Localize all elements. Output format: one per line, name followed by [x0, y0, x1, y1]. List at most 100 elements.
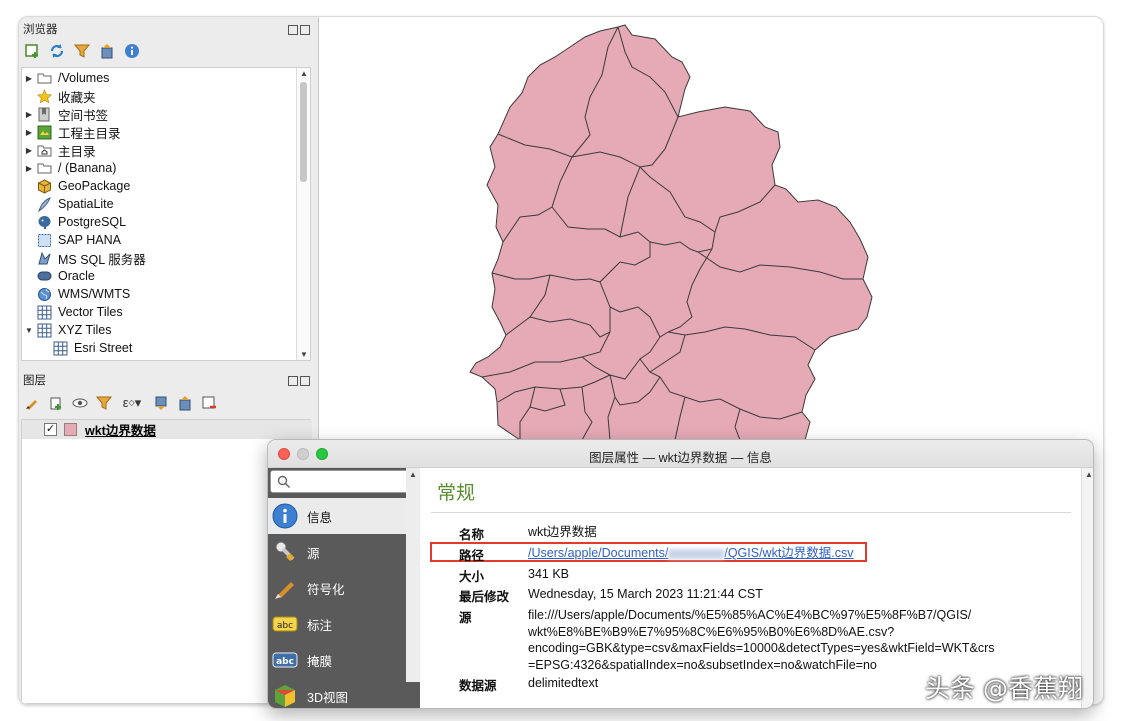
nav-item[interactable]: abc 掩膜 — [268, 642, 406, 678]
close-panel-icon[interactable] — [300, 376, 310, 386]
tree-item-label: GeoPackage — [58, 179, 131, 193]
search-input[interactable] — [270, 470, 418, 493]
source-label: 源 — [459, 611, 472, 625]
postgresql-icon — [36, 215, 52, 229]
geopackage-icon — [36, 178, 52, 194]
nav-item[interactable]: 3D视图 — [268, 678, 406, 708]
tree-item[interactable]: SpatiaLite — [22, 195, 114, 213]
tree-item-label: Oracle — [58, 269, 95, 283]
tree-item[interactable]: ▶ / (Banana) — [22, 159, 116, 177]
tree-item-label: Esri Street — [74, 341, 133, 355]
filter-icon[interactable] — [73, 42, 90, 59]
add-selected-layer-icon[interactable] — [23, 42, 40, 59]
cube-icon — [272, 683, 298, 708]
tree-item[interactable]: Oracle — [22, 267, 95, 285]
nav-item-label: 掩膜 — [307, 654, 333, 669]
dialog-sidebar: 信息源符号化 abc 标注 abc 掩膜 3D视图 — [268, 468, 420, 708]
nav-item-label: 信息 — [307, 510, 333, 525]
float-panel-icon[interactable] — [288, 25, 298, 35]
globe-icon — [36, 287, 52, 301]
expand-right-icon[interactable]: ▶ — [22, 110, 36, 119]
info-icon[interactable] — [123, 42, 140, 59]
sidebar-scrollbar[interactable]: ▲ — [406, 468, 420, 682]
paintbrush-icon — [272, 575, 298, 601]
layer-row[interactable]: ✓ wkt边界数据 — [22, 420, 312, 439]
layer-symbol-swatch — [64, 423, 77, 436]
eye-icon[interactable] — [71, 394, 88, 411]
modified-value: Wednesday, 15 March 2023 11:21:44 CST — [528, 587, 763, 601]
grid-icon — [52, 341, 68, 355]
float-panel-icon[interactable] — [288, 376, 298, 386]
watermark: 头条 @香蕉翔 — [925, 674, 1083, 703]
tree-item[interactable]: 收藏夹 — [22, 87, 96, 105]
expand-right-icon[interactable]: ▶ — [22, 146, 36, 155]
style-brush-icon[interactable] — [23, 394, 40, 411]
expression-filter-icon[interactable]: ε ◇ ▾ — [119, 394, 145, 411]
tree-item[interactable]: ▼ XYZ Tiles — [22, 321, 112, 339]
tree-item[interactable]: ▶ 空间书签 — [22, 105, 108, 123]
expand-down-icon[interactable]: ▼ — [22, 326, 36, 335]
tree-item-label: / (Banana) — [58, 161, 117, 175]
layers-panel-title: 图层 — [23, 375, 46, 387]
browser-panel-title: 浏览器 — [23, 24, 58, 36]
bookmark-icon — [36, 107, 52, 121]
tree-item[interactable]: MS SQL 服务器 — [22, 249, 146, 267]
source-wrench-icon — [272, 539, 298, 565]
path-label: 路径 — [459, 549, 485, 563]
tree-item[interactable]: PostgreSQL — [22, 213, 126, 231]
dialog-titlebar[interactable]: 图层属性 — wkt边界数据 — 信息 — [268, 440, 1093, 468]
path-start[interactable]: /Users/apple/Documents/ — [528, 546, 668, 560]
tree-item-label: /Volumes — [58, 71, 110, 85]
layers-panel-buttons — [286, 373, 312, 386]
expand-right-icon[interactable]: ▶ — [22, 74, 36, 83]
path-link[interactable]: /Users/apple/Documents/ /QGIS/wkt边界数据.csv — [528, 545, 854, 562]
nav-item[interactable]: 源 — [268, 534, 406, 570]
folder-icon — [36, 161, 52, 175]
source-line: file:///Users/apple/Documents/%E5%85%AC%… — [528, 608, 972, 622]
search-icon — [277, 475, 291, 489]
filter-legend-icon[interactable] — [95, 394, 112, 411]
path-end[interactable]: /QGIS/wkt边界数据.csv — [724, 546, 853, 560]
refresh-icon[interactable] — [48, 42, 65, 59]
star-icon — [36, 88, 52, 103]
tree-item-label: SAP HANA — [58, 233, 121, 247]
oracle-icon — [36, 269, 52, 283]
info-icon — [272, 503, 298, 529]
section-title: 常规 — [437, 483, 476, 504]
size-value: 341 KB — [528, 567, 570, 581]
nav-item[interactable]: 符号化 — [268, 570, 406, 606]
nav-item-label: 源 — [307, 546, 320, 561]
source-line: encoding=GBK&type=csv&maxFields=10000&de… — [528, 641, 995, 655]
tree-item[interactable]: ▶ 工程主目录 — [22, 123, 121, 141]
tree-item[interactable]: GeoPackage — [22, 177, 130, 195]
add-group-icon[interactable] — [47, 394, 64, 411]
collapse-all-icon[interactable] — [176, 394, 193, 411]
tree-item-label: MS SQL 服务器 — [58, 252, 146, 267]
provider-label: 数据源 — [459, 679, 497, 693]
browser-panel-buttons — [286, 22, 312, 35]
svg-text:abc: abc — [276, 657, 294, 667]
layer-name[interactable]: wkt边界数据 — [85, 420, 156, 439]
collapse-all-icon[interactable] — [98, 42, 115, 59]
tree-item[interactable]: WMS/WMTS — [22, 285, 130, 303]
browser-scrollbar[interactable]: ▲ ▼ — [296, 68, 310, 360]
nav-item[interactable]: 信息 — [268, 498, 406, 534]
browser-tree[interactable]: ▶ /Volumes 收藏夹 ▶ 空间书签 ▶ 工程主目录 ▶ 主目录 ▶ / (Banana) Ge… — [21, 67, 311, 361]
spatialite-icon — [36, 196, 52, 212]
source-value: file:///Users/apple/Documents/%E5%85%AC%… — [528, 607, 995, 673]
tree-item-label: Vector Tiles — [58, 305, 123, 319]
close-panel-icon[interactable] — [300, 25, 310, 35]
tree-item[interactable]: SAP HANA — [22, 231, 121, 249]
expand-all-icon[interactable] — [152, 394, 169, 411]
browser-toolbar — [23, 42, 140, 59]
nav-item[interactable]: abc 标注 — [268, 606, 406, 642]
layer-visibility-checkbox[interactable]: ✓ — [44, 423, 57, 436]
tree-item[interactable]: Vector Tiles — [22, 303, 123, 321]
remove-layer-icon[interactable] — [200, 394, 217, 411]
tree-item[interactable]: Esri Street — [38, 339, 132, 357]
tree-item[interactable]: ▶ /Volumes — [22, 69, 110, 87]
grid-icon — [36, 323, 52, 337]
expand-right-icon[interactable]: ▶ — [22, 128, 36, 137]
expand-right-icon[interactable]: ▶ — [22, 164, 36, 173]
tree-item[interactable]: ▶ 主目录 — [22, 141, 96, 159]
